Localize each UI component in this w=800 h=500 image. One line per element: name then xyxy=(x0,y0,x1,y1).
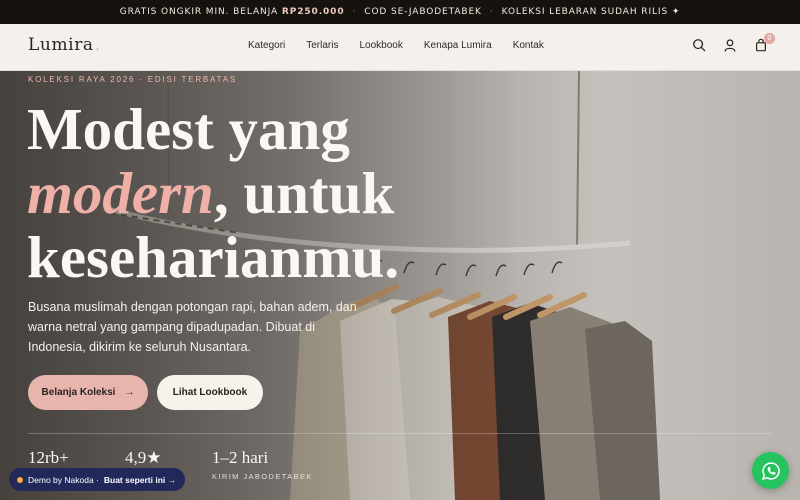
whatsapp-icon xyxy=(761,461,780,480)
headline-emphasis: modern xyxy=(27,160,214,226)
nav-lookbook[interactable]: Lookbook xyxy=(359,40,402,51)
announcement-collection: KOLEKSI LEBARAN SUDAH RILIS ✦ xyxy=(501,7,681,17)
announcement-shipping: GRATIS ONGKIR MIN. BELANJA RP250.000 xyxy=(119,7,345,17)
announcement-bar: GRATIS ONGKIR MIN. BELANJA RP250.000 · C… xyxy=(0,0,800,24)
headline-line-3: keseharianmu. xyxy=(27,224,400,290)
demo-badge[interactable]: Demo by Nakoda · Buat seperti ini → xyxy=(9,468,185,491)
nav-kategori[interactable]: Kategori xyxy=(248,40,285,51)
demo-badge-cta[interactable]: Buat seperti ini → xyxy=(104,475,176,485)
stat-label: KIRIM JABODETABEK xyxy=(212,472,313,481)
logo-text: Lumira xyxy=(28,35,94,55)
nav-terlaris[interactable]: Terlaris xyxy=(306,40,338,51)
status-dot-icon xyxy=(17,476,23,483)
header-actions: 0 xyxy=(692,33,775,52)
hero-headline: Modest yang modern, untuk keseharianmu. xyxy=(27,97,427,289)
announcement-cod: COD SE-JABODETABEK xyxy=(364,7,482,17)
nav-kenapa-lumira[interactable]: Kenapa Lumira xyxy=(424,40,492,51)
announcement-separator: · xyxy=(489,7,494,17)
headline-line-1: Modest yang xyxy=(27,96,350,162)
stat-value: 4,9★ xyxy=(125,448,162,467)
arrow-right-icon: → xyxy=(124,387,135,398)
stat-value: 12rb+ xyxy=(28,448,69,467)
nav-kontak[interactable]: Kontak xyxy=(513,40,544,51)
hero-section: KOLEKSI RAYA 2026 · EDISI TERBATAS Modes… xyxy=(0,71,800,500)
hero-subcopy: Busana muslimah dengan potongan rapi, ba… xyxy=(28,300,357,354)
hero-eyebrow: KOLEKSI RAYA 2026 · EDISI TERBATAS xyxy=(28,75,237,84)
stat-delivery: 1–2 hari KIRIM JABODETABEK xyxy=(212,448,313,481)
search-icon[interactable] xyxy=(692,38,706,52)
account-icon[interactable] xyxy=(723,38,737,52)
cart-count-badge: 0 xyxy=(764,33,775,44)
stat-value: 1–2 hari xyxy=(212,448,269,467)
hero-divider xyxy=(28,433,772,434)
headline-line-2: , untuk xyxy=(213,160,395,226)
announcement-separator: · xyxy=(352,7,357,17)
view-lookbook-button[interactable]: Lihat Lookbook xyxy=(157,375,263,410)
shop-collection-button[interactable]: Belanja Koleksi → xyxy=(28,375,148,410)
bag-icon[interactable]: 0 xyxy=(754,33,775,52)
demo-badge-text: Demo by Nakoda · xyxy=(28,474,99,485)
shop-collection-label: Belanja Koleksi xyxy=(41,387,116,398)
main-nav: Kategori Terlaris Lookbook Kenapa Lumira… xyxy=(248,40,544,51)
logo-dot: . xyxy=(95,39,101,53)
view-lookbook-label: Lihat Lookbook xyxy=(172,387,248,398)
site-header: Lumira. Kategori Terlaris Lookbook Kenap… xyxy=(0,24,800,71)
site-logo[interactable]: Lumira. xyxy=(28,35,100,55)
whatsapp-button[interactable] xyxy=(752,452,789,489)
